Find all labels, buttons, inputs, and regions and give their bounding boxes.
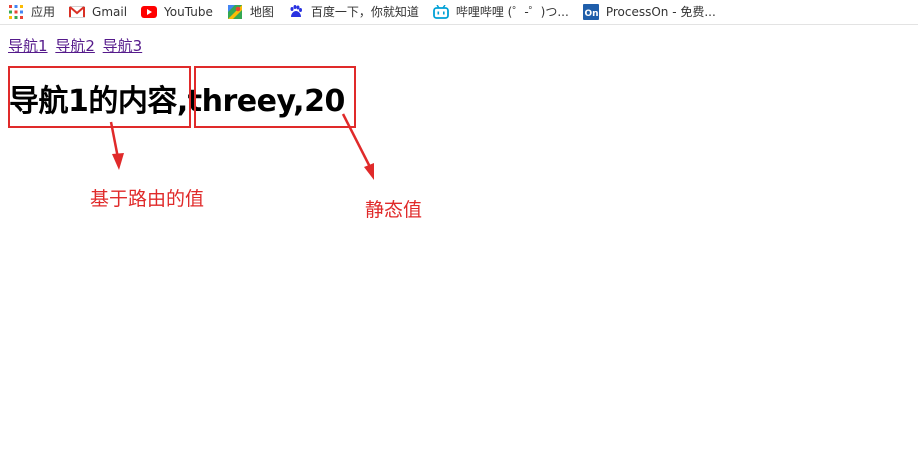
- maps-icon: [227, 4, 243, 20]
- youtube-icon: [141, 4, 158, 20]
- nav-link-2[interactable]: 导航2: [55, 37, 95, 55]
- bookmark-bilibili[interactable]: 哔哩哔哩 (゜-゜)つ...: [425, 0, 575, 24]
- route-arrow: [109, 121, 124, 170]
- bookmark-maps[interactable]: 地图: [219, 0, 280, 24]
- static-value-highlight-box: [194, 66, 356, 128]
- route-value-highlight-box: [8, 66, 191, 128]
- bookmark-processon[interactable]: On ProcessOn - 免费...: [575, 0, 722, 24]
- apps-grid-icon: [8, 4, 24, 20]
- bookmark-apps[interactable]: 应用: [0, 0, 61, 24]
- nav-link-3[interactable]: 导航3: [103, 37, 143, 55]
- baidu-icon: [288, 4, 304, 20]
- bookmark-youtube[interactable]: YouTube: [133, 0, 219, 24]
- bookmarks-bar: 应用 Gmail YouTube 地图 百度一下，你就知道 哔哩哔哩 (゜-゜)…: [0, 0, 918, 25]
- bookmark-baidu[interactable]: 百度一下，你就知道: [280, 0, 425, 24]
- nav-links: 导航1 导航2 导航3: [8, 35, 145, 56]
- route-value-annotation: 基于路由的值: [90, 188, 205, 210]
- bookmark-label: YouTube: [164, 5, 213, 19]
- bookmark-gmail[interactable]: Gmail: [61, 0, 133, 24]
- bilibili-icon: [432, 4, 449, 20]
- processon-icon: On: [582, 4, 599, 20]
- bookmark-label: 应用: [31, 5, 56, 19]
- bookmark-label: 百度一下，你就知道: [310, 5, 419, 19]
- bookmark-label: 哔哩哔哩 (゜-゜)つ...: [455, 5, 569, 19]
- bookmark-label: Gmail: [92, 5, 128, 19]
- gmail-icon: [69, 4, 86, 20]
- static-value-annotation: 静态值: [365, 199, 423, 221]
- bookmark-label: 地图: [249, 5, 274, 19]
- nav-link-1[interactable]: 导航1: [8, 37, 48, 55]
- svg-text:On: On: [584, 9, 598, 19]
- bookmark-label: ProcessOn - 免费...: [605, 5, 716, 19]
